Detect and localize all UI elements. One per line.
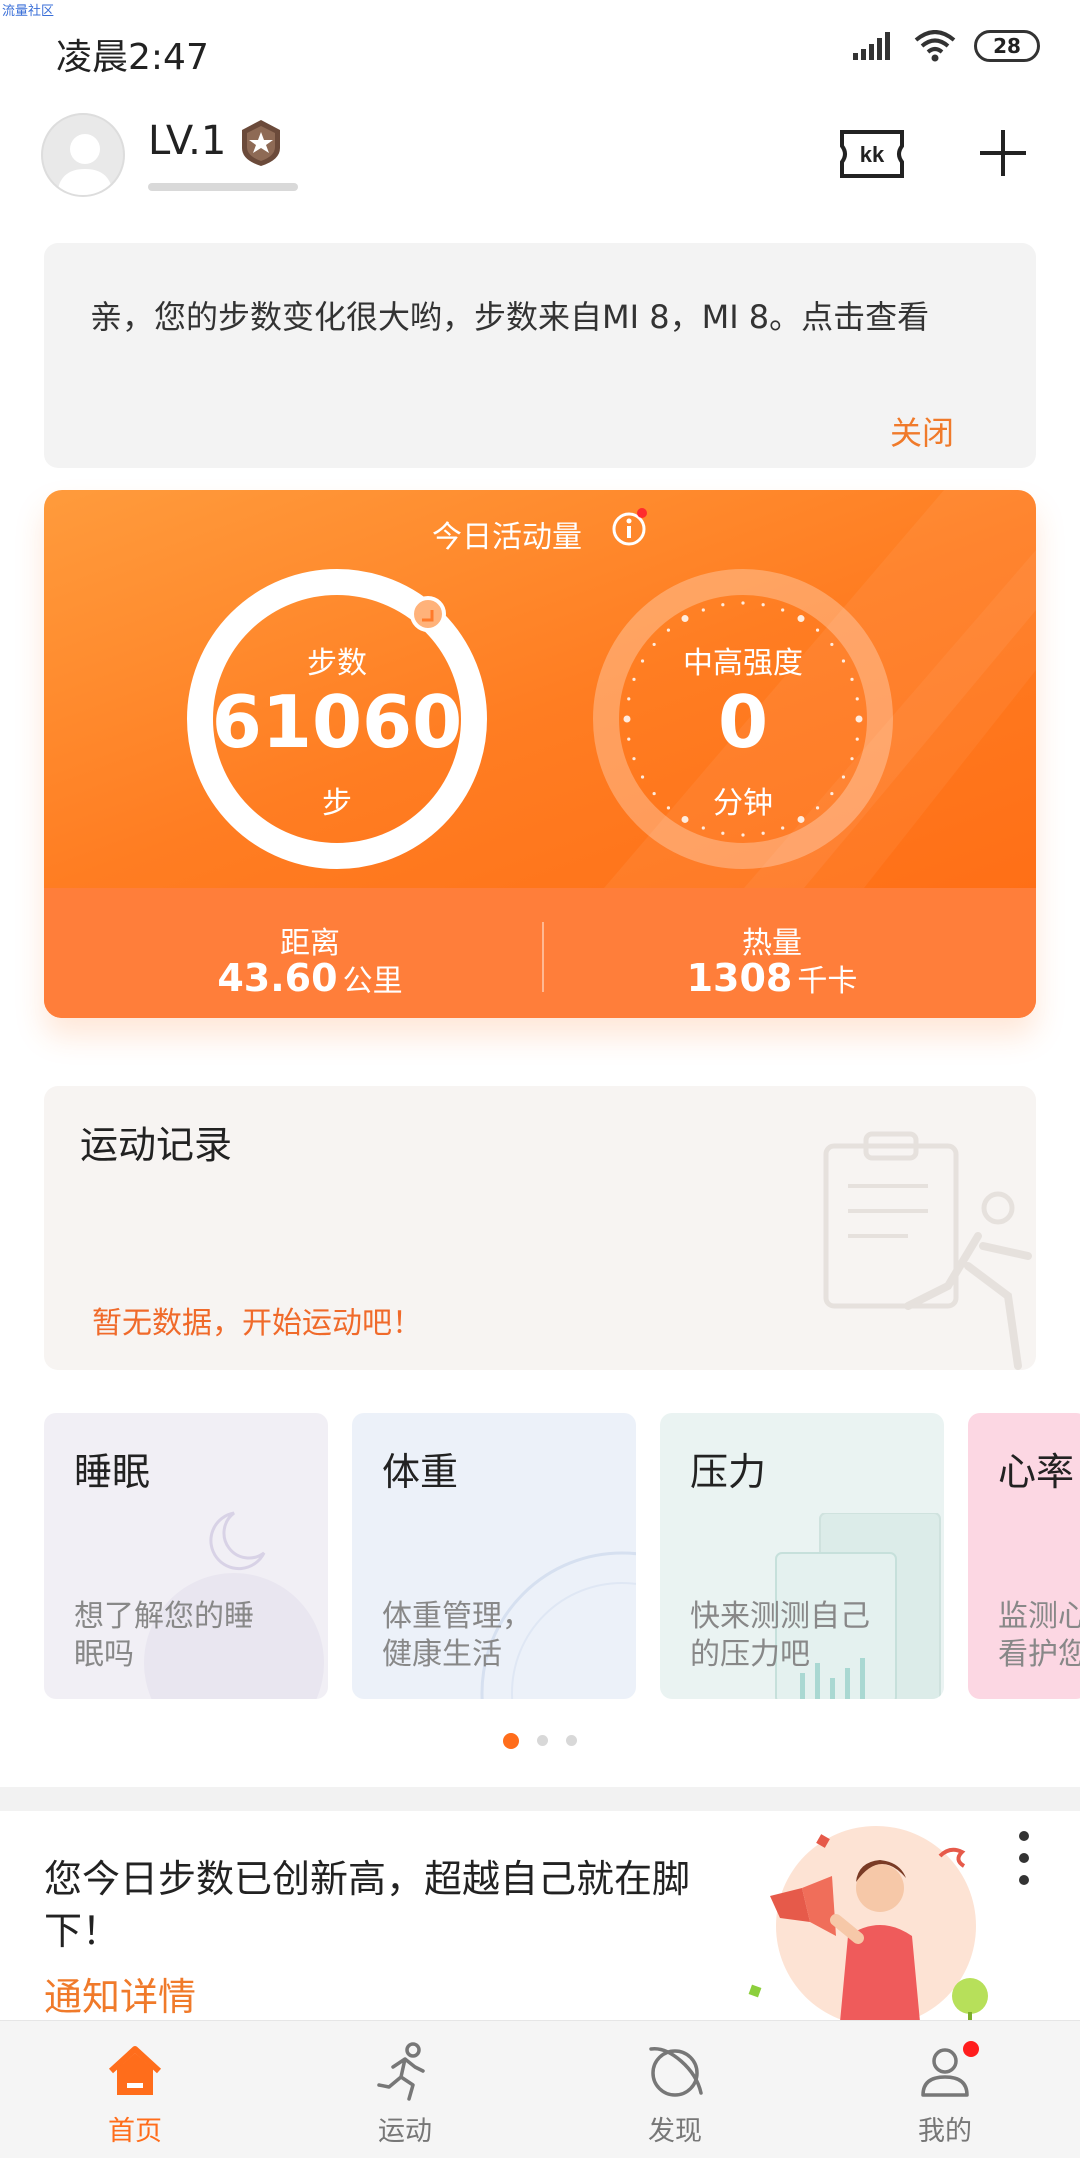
notice-text[interactable]: 亲，您的步数变化很大哟，步数来自MI 8，MI 8。点击查看	[90, 292, 929, 338]
avatar[interactable]	[41, 113, 125, 197]
sport-record-title: 运动记录	[80, 1123, 233, 1167]
home-icon	[108, 2046, 162, 2095]
calories-number: 1308	[686, 956, 793, 1000]
battery-icon: 28	[974, 30, 1040, 62]
summary-divider	[542, 922, 544, 992]
status-time: 凌晨2:47	[56, 37, 209, 78]
heart-rate-card-desc: 监测心 看护您	[998, 1599, 1080, 1672]
status-icons: 28	[852, 30, 1040, 62]
pager-dot[interactable]	[566, 1735, 577, 1746]
intensity-tick	[681, 615, 689, 623]
nav-label-discover: 发现	[648, 2116, 702, 2147]
stress-card[interactable]: 压力 快来测测自己 的压力吧	[660, 1413, 944, 1699]
sleep-card-title: 睡眠	[74, 1450, 151, 1494]
nav-item-sport[interactable]: 运动	[270, 2021, 540, 2158]
weight-card[interactable]: 体重 体重管理， 健康生活	[352, 1413, 636, 1699]
running-icon	[377, 2042, 425, 2101]
distance-unit: 公里	[342, 964, 403, 999]
intensity-label: 中高强度	[683, 646, 803, 681]
intensity-tick	[741, 601, 745, 605]
weight-card-title: 体重	[382, 1450, 459, 1494]
steps-value: 61060	[211, 680, 463, 764]
plus-icon[interactable]	[976, 126, 1030, 180]
nav-label-sport: 运动	[378, 2116, 432, 2147]
mine-notification-dot	[963, 2041, 979, 2057]
nav-item-mine[interactable]: 我的	[810, 2021, 1080, 2158]
kk-ticket-icon[interactable]: kk	[838, 128, 906, 180]
intensity-value: 0	[717, 680, 769, 764]
nav-label-mine: 我的	[918, 2116, 972, 2147]
cheering-girl-illustration	[748, 1826, 988, 2022]
steps-label: 步数	[307, 646, 367, 681]
promo-text[interactable]: 您今日步数已创新高，超越自己就在脚下！	[44, 1853, 744, 1957]
weight-card-desc: 体重管理， 健康生活	[382, 1599, 532, 1672]
distance-number: 43.60	[217, 956, 338, 1000]
nav-item-discover[interactable]: 发现	[540, 2021, 810, 2158]
pager-dot[interactable]	[503, 1733, 519, 1749]
notice-close-button[interactable]: 关闭	[890, 408, 954, 454]
intensity-tick	[781, 826, 785, 830]
intensity-tick	[701, 608, 705, 612]
distance-value: 43.60 公里	[160, 956, 460, 1000]
intensity-tick	[666, 628, 671, 632]
info-notification-dot	[637, 508, 647, 518]
nav-label-home: 首页	[108, 2116, 162, 2147]
intensity-tick	[701, 826, 705, 830]
intensity-tick	[797, 615, 805, 623]
stress-card-title: 压力	[690, 1450, 767, 1494]
more-options-icon[interactable]	[1012, 1830, 1036, 1886]
intensity-tick	[815, 628, 820, 632]
promo-detail-link[interactable]: 通知详情	[44, 1966, 196, 2021]
card-pager[interactable]	[0, 1733, 1080, 1749]
level-progress-bar	[148, 183, 298, 191]
intensity-unit: 分钟	[713, 786, 773, 821]
heart-rate-card[interactable]: 心率 监测心 看护您	[968, 1413, 1080, 1699]
clipboard-runner-icon	[823, 1131, 1032, 1370]
nav-item-home[interactable]: 首页	[0, 2021, 270, 2158]
steps-unit: 步	[322, 786, 352, 821]
watermark: 流量社区	[2, 4, 55, 19]
bottom-nav: 首页 运动 发现 我的	[0, 2020, 1080, 2158]
level-label[interactable]: LV.1	[148, 118, 226, 164]
planet-icon	[649, 2047, 703, 2097]
calories-value: 1308 千卡	[622, 956, 922, 1000]
pager-dot[interactable]	[537, 1735, 548, 1746]
intensity-tick	[781, 608, 785, 612]
level-badge-icon[interactable]	[236, 118, 286, 168]
intensity-tick	[761, 831, 765, 835]
sleep-card[interactable]: 睡眠 想了解您的睡 眠吗	[44, 1413, 328, 1699]
heart-rate-card-title: 心率	[998, 1450, 1075, 1494]
intensity-tick	[761, 603, 765, 607]
intensity-tick	[721, 603, 725, 607]
sport-record-empty-text: 暂无数据，开始运动吧！	[92, 1306, 422, 1341]
activity-title: 今日活动量	[432, 520, 582, 555]
intensity-tick	[721, 831, 725, 835]
stress-card-desc: 快来测测自己 的压力吧	[690, 1599, 870, 1672]
step-notice-card[interactable]	[44, 243, 1036, 468]
intensity-tick	[741, 833, 745, 837]
section-separator	[0, 1787, 1080, 1811]
sleep-card-desc: 想了解您的睡 眠吗	[74, 1599, 254, 1672]
calories-unit: 千卡	[797, 964, 858, 999]
wifi-icon	[914, 30, 956, 62]
svg-text:kk: kk	[860, 142, 885, 167]
signal-icon	[853, 32, 890, 60]
